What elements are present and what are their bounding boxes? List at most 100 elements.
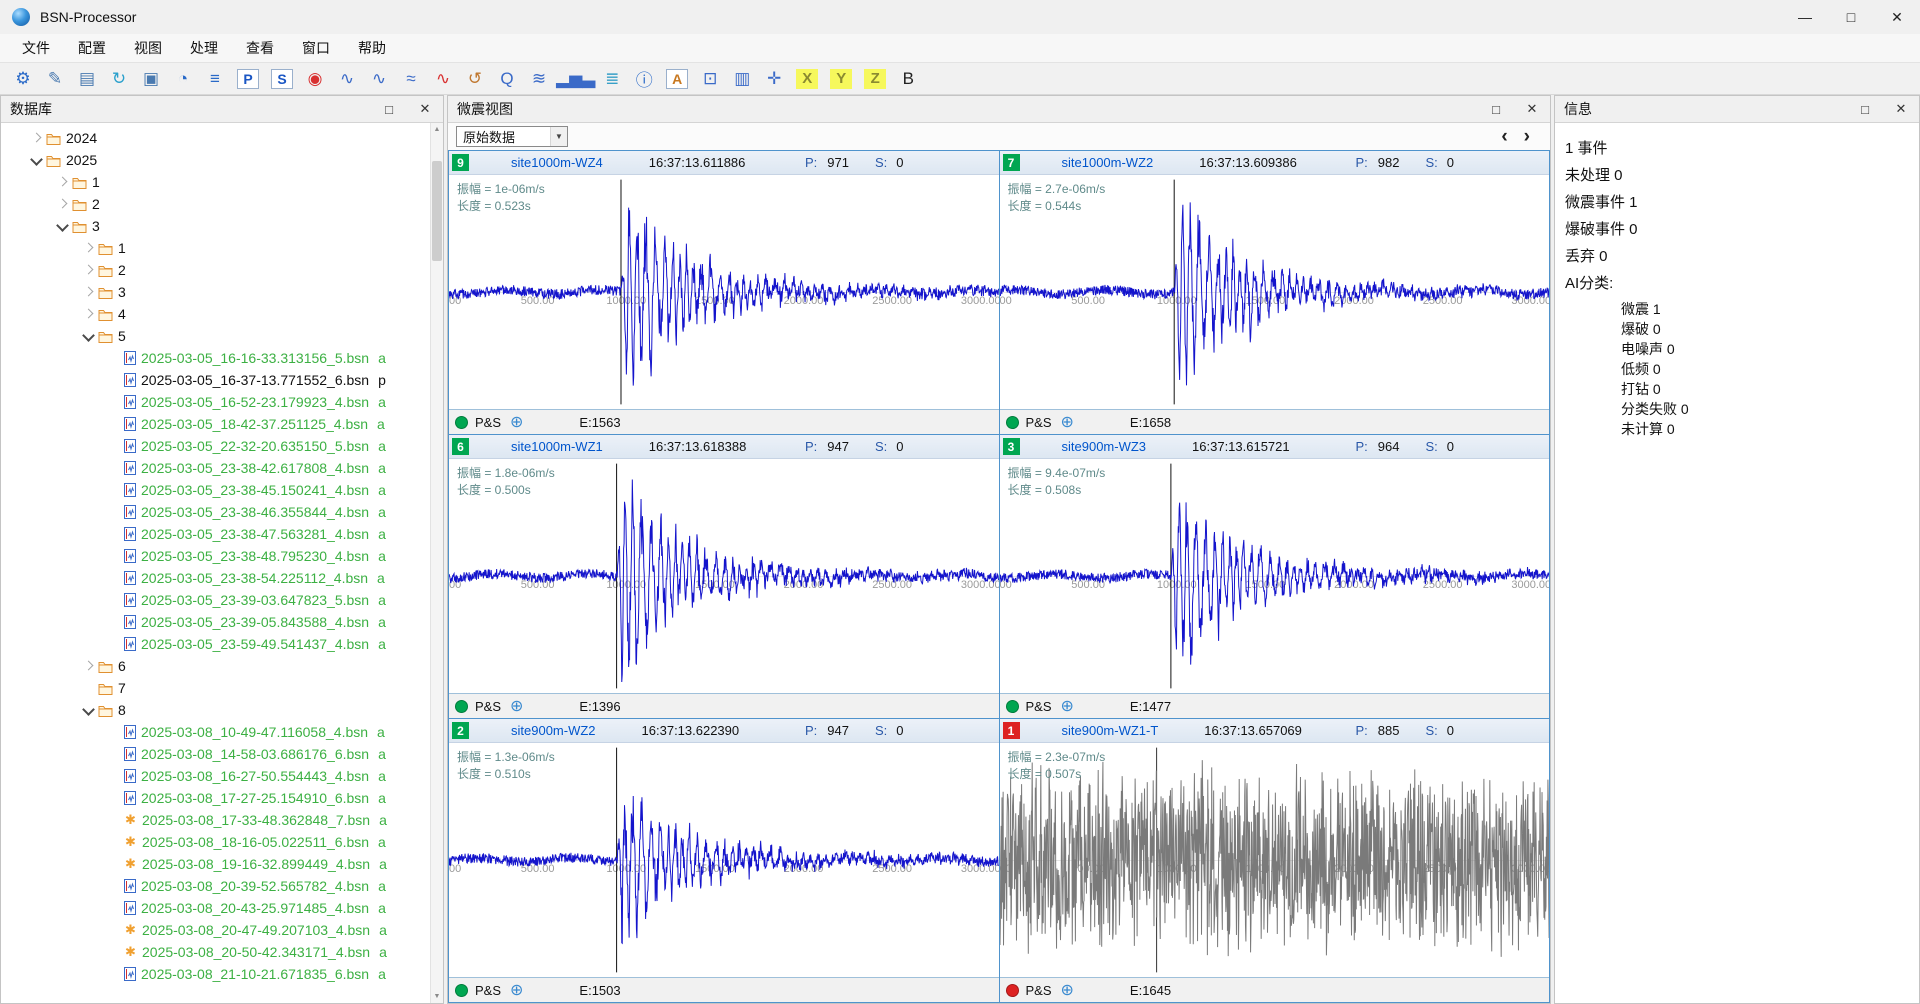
panel-maximize-button[interactable]: □: [1478, 96, 1514, 122]
scroll-down-icon[interactable]: ▼: [431, 990, 443, 1003]
tree-file-label[interactable]: 2025-03-05_23-39-05.843588_4.bsna: [141, 614, 386, 630]
tree-row[interactable]: 2025-03-05_16-16-33.313156_5.bsna: [1, 347, 443, 369]
tree-row[interactable]: ✱2025-03-08_20-47-49.207103_4.bsna: [1, 919, 443, 941]
tree-row[interactable]: 2024: [1, 127, 443, 149]
tree-folder-label[interactable]: 2: [118, 262, 126, 278]
tree-file-label[interactable]: 2025-03-08_17-33-48.362848_7.bsna: [142, 812, 387, 828]
tree-file-label[interactable]: 2025-03-05_23-38-54.225112_4.bsna: [141, 570, 385, 586]
waveform-plot[interactable]: 00500.001000.001500.002000.002500.003000…: [1000, 743, 1550, 977]
ps-toggle-label[interactable]: P&S: [1026, 699, 1052, 714]
waveform-icon-3[interactable]: ≈: [396, 66, 426, 92]
expand-arrow-icon[interactable]: [55, 197, 69, 211]
undo-icon[interactable]: ↺: [460, 66, 490, 92]
location-icon[interactable]: ◉: [300, 66, 330, 92]
tree-row[interactable]: 8: [1, 699, 443, 721]
site-name[interactable]: site1000m-WZ2: [1062, 155, 1154, 170]
tree-file-label[interactable]: 2025-03-08_20-50-42.343171_4.bsna: [142, 944, 387, 960]
tree-file-label[interactable]: 2025-03-08_19-16-32.899449_4.bsna: [142, 856, 387, 872]
tree-folder-label[interactable]: 6: [118, 658, 126, 674]
power-icon[interactable]: ◔: [168, 66, 198, 92]
database-icon[interactable]: ≡: [200, 66, 230, 92]
tree-folder-label[interactable]: 5: [118, 328, 126, 344]
scrollbar-thumb[interactable]: [432, 161, 442, 261]
tree-row[interactable]: 6: [1, 655, 443, 677]
tree-folder-label[interactable]: 8: [118, 702, 126, 718]
tree-file-label[interactable]: 2025-03-08_21-10-21.671835_6.bsna: [141, 966, 386, 982]
menu-item[interactable]: 查看: [232, 34, 288, 62]
site-name[interactable]: site900m-WZ2: [511, 723, 596, 738]
menu-item[interactable]: 文件: [8, 34, 64, 62]
q-filter-icon[interactable]: Q: [492, 66, 522, 92]
tree-file-label[interactable]: 2025-03-05_23-38-48.795230_4.bsna: [141, 548, 386, 564]
tree-file-label[interactable]: 2025-03-05_22-32-20.635150_5.bsna: [141, 438, 386, 454]
tree-row[interactable]: 7: [1, 677, 443, 699]
maximize-button[interactable]: □: [1828, 0, 1874, 34]
frame-icon[interactable]: ⊡: [695, 66, 725, 92]
tree-row[interactable]: ✱2025-03-08_18-16-05.022511_6.bsna: [1, 831, 443, 853]
tree-row[interactable]: ✱2025-03-08_17-33-48.362848_7.bsna: [1, 809, 443, 831]
tree-folder-label[interactable]: 3: [118, 284, 126, 300]
expand-arrow-icon[interactable]: [81, 285, 95, 299]
collapse-arrow-icon[interactable]: [55, 219, 69, 233]
tree-row[interactable]: 2025-03-05_23-38-48.795230_4.bsna: [1, 545, 443, 567]
zoom-in-icon[interactable]: ⊕: [1061, 696, 1074, 716]
baseline-icon[interactable]: ≋: [524, 66, 554, 92]
tree-file-label[interactable]: 2025-03-05_23-38-47.563281_4.bsna: [141, 526, 386, 542]
collapse-arrow-icon[interactable]: [29, 153, 43, 167]
tree-file-label[interactable]: 2025-03-05_16-37-13.771552_6.bsnp: [141, 372, 386, 388]
tree-row[interactable]: 2025-03-08_20-39-52.565782_4.bsna: [1, 875, 443, 897]
tree-row[interactable]: 2025-03-05_23-38-54.225112_4.bsna: [1, 567, 443, 589]
tree-folder-label[interactable]: 2: [92, 196, 100, 212]
tree-folder-label[interactable]: 2025: [66, 152, 97, 168]
prev-event-button[interactable]: ‹: [1501, 127, 1507, 147]
z-axis-button[interactable]: Z: [864, 69, 886, 89]
waveform-icon-2[interactable]: ∿: [364, 66, 394, 92]
tree-file-label[interactable]: 2025-03-08_20-39-52.565782_4.bsna: [141, 878, 386, 894]
panel-close-button[interactable]: ✕: [407, 96, 443, 122]
tree-file-label[interactable]: 2025-03-05_23-59-49.541437_4.bsna: [141, 636, 386, 652]
tree-row[interactable]: 2025-03-08_16-27-50.554443_4.bsna: [1, 765, 443, 787]
tree-folder-label[interactable]: 1: [92, 174, 100, 190]
file-edit-icon[interactable]: ✎: [40, 66, 70, 92]
tree-row[interactable]: 2: [1, 259, 443, 281]
tree-row[interactable]: ✱2025-03-08_20-50-42.343171_4.bsna: [1, 941, 443, 963]
tree-row[interactable]: ✱2025-03-08_19-16-32.899449_4.bsna: [1, 853, 443, 875]
tree-file-label[interactable]: 2025-03-08_14-58-03.686176_6.bsna: [141, 746, 386, 762]
tree-folder-label[interactable]: 2024: [66, 130, 97, 146]
data-source-dropdown[interactable]: 原始数据 ▼: [456, 126, 568, 147]
expand-arrow-icon[interactable]: [29, 131, 43, 145]
bold-button[interactable]: B: [893, 66, 923, 92]
close-button[interactable]: ✕: [1874, 0, 1920, 34]
collapse-arrow-icon[interactable]: [81, 329, 95, 343]
tree-row[interactable]: 2: [1, 193, 443, 215]
menu-item[interactable]: 视图: [120, 34, 176, 62]
ps-toggle-label[interactable]: P&S: [475, 983, 501, 998]
tree-row[interactable]: 2025-03-08_20-43-25.971485_4.bsna: [1, 897, 443, 919]
tree-row[interactable]: 2025-03-05_22-32-20.635150_5.bsna: [1, 435, 443, 457]
histogram-icon[interactable]: ▂▅▃: [556, 66, 595, 92]
tree-row[interactable]: 2025-03-05_16-52-23.179923_4.bsna: [1, 391, 443, 413]
tree-folder-label[interactable]: 4: [118, 306, 126, 322]
panel-close-button[interactable]: ✕: [1514, 96, 1550, 122]
panel-maximize-button[interactable]: □: [1847, 96, 1883, 122]
tree-row[interactable]: 2025-03-08_10-49-47.116058_4.bsna: [1, 721, 443, 743]
site-name[interactable]: site900m-WZ1-T: [1062, 723, 1159, 738]
waveform-plot[interactable]: 00500.001000.001500.002000.002500.003000…: [1000, 459, 1550, 693]
tree-row[interactable]: 2025-03-05_23-38-45.150241_4.bsna: [1, 479, 443, 501]
scroll-up-icon[interactable]: ▲: [431, 123, 443, 136]
tree-folder-label[interactable]: 1: [118, 240, 126, 256]
expand-arrow-icon[interactable]: [81, 659, 95, 673]
site-name[interactable]: site1000m-WZ1: [511, 439, 603, 454]
tree-file-label[interactable]: 2025-03-05_23-38-45.150241_4.bsna: [141, 482, 386, 498]
waveform-plot[interactable]: 00500.001000.001500.002000.002500.003000…: [449, 175, 999, 409]
tree-folder-label[interactable]: 7: [118, 680, 126, 696]
page-icon[interactable]: ▥: [727, 66, 757, 92]
tree-file-label[interactable]: 2025-03-05_18-42-37.251125_4.bsna: [141, 416, 385, 432]
menu-item[interactable]: 配置: [64, 34, 120, 62]
tree-row[interactable]: 5: [1, 325, 443, 347]
ps-toggle-label[interactable]: P&S: [1026, 415, 1052, 430]
font-button[interactable]: A: [666, 69, 688, 89]
menu-item[interactable]: 帮助: [344, 34, 400, 62]
save-icon[interactable]: ▣: [136, 66, 166, 92]
tree-row[interactable]: 4: [1, 303, 443, 325]
